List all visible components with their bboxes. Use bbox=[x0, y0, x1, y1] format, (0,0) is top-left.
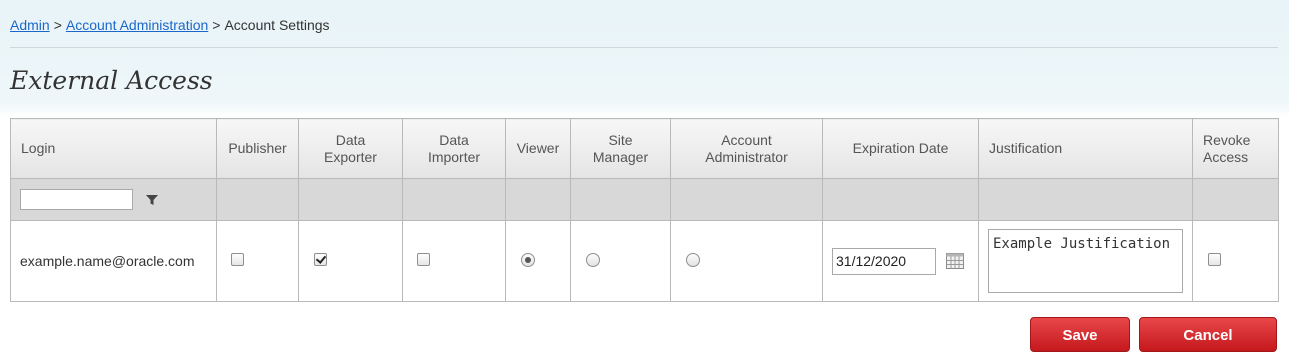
filter-cell bbox=[402, 178, 506, 221]
table-header-row: Login Publisher Data Exporter Data Importe… bbox=[10, 118, 1279, 179]
table-row: example.name@oracle.com 31/12/2020 Examp… bbox=[10, 220, 1279, 302]
filter-cell bbox=[298, 178, 403, 221]
breadcrumb-current: Account Settings bbox=[224, 17, 330, 33]
expiration-date-input[interactable] bbox=[832, 247, 936, 275]
breadcrumb-link-admin[interactable]: Admin bbox=[10, 17, 50, 33]
page-title: External Access bbox=[10, 66, 213, 95]
column-header-publisher[interactable]: Publisher bbox=[216, 118, 299, 179]
publisher-checkbox[interactable] bbox=[231, 253, 244, 266]
column-header-data-importer[interactable]: Data Importer bbox=[402, 118, 506, 179]
breadcrumb-separator: > bbox=[212, 17, 221, 33]
filter-cell bbox=[216, 178, 299, 221]
filter-row bbox=[10, 178, 1279, 221]
publisher-cell bbox=[216, 220, 299, 302]
viewer-radio[interactable] bbox=[521, 252, 535, 267]
calendar-icon[interactable] bbox=[945, 253, 964, 269]
revoke-access-cell bbox=[1192, 220, 1279, 302]
save-button[interactable]: Save bbox=[1030, 317, 1130, 352]
revoke-access-checkbox[interactable] bbox=[1208, 253, 1221, 266]
login-filter-input[interactable] bbox=[20, 189, 133, 210]
column-header-expiration-date[interactable]: Expiration Date bbox=[822, 118, 979, 179]
filter-cell bbox=[978, 178, 1193, 221]
login-cell: example.name@oracle.com bbox=[10, 220, 217, 302]
external-access-table: Login Publisher Data Exporter Data Importe… bbox=[10, 118, 1279, 302]
column-header-revoke-access[interactable]: Revoke Access bbox=[1192, 118, 1279, 179]
site-manager-radio[interactable] bbox=[586, 252, 600, 267]
data-importer-checkbox[interactable] bbox=[417, 253, 430, 266]
filter-cell bbox=[1192, 178, 1279, 221]
filter-cell bbox=[570, 178, 671, 221]
column-header-viewer[interactable]: Viewer bbox=[505, 118, 571, 179]
column-header-justification[interactable]: Justification bbox=[978, 118, 1193, 179]
filter-icon[interactable] bbox=[145, 193, 159, 207]
site-manager-cell bbox=[570, 220, 671, 302]
justification-textarea[interactable]: Example Justification bbox=[988, 229, 1183, 293]
filter-cell bbox=[822, 178, 979, 221]
filter-cell bbox=[670, 178, 823, 221]
breadcrumb: Admin > Account Administration > Account Set… bbox=[10, 17, 330, 33]
cancel-button[interactable]: Cancel bbox=[1139, 317, 1277, 352]
filter-cell bbox=[505, 178, 571, 221]
viewer-cell bbox=[505, 220, 571, 302]
header-divider bbox=[10, 47, 1278, 48]
data-exporter-cell bbox=[298, 220, 403, 302]
column-header-data-exporter[interactable]: Data Exporter bbox=[298, 118, 403, 179]
justification-cell: Example Justification bbox=[978, 220, 1193, 302]
column-header-site-manager[interactable]: Site Manager bbox=[570, 118, 671, 179]
column-header-login[interactable]: Login bbox=[10, 118, 217, 179]
account-administrator-radio[interactable] bbox=[686, 252, 700, 267]
login-filter-cell bbox=[10, 178, 217, 221]
account-administrator-cell bbox=[670, 220, 823, 302]
breadcrumb-separator: > bbox=[53, 17, 62, 33]
column-header-account-administrator[interactable]: Account Administrator bbox=[670, 118, 823, 179]
breadcrumb-link-account-administration[interactable]: Account Administration bbox=[66, 17, 208, 33]
data-importer-cell bbox=[402, 220, 506, 302]
data-exporter-checkbox[interactable] bbox=[314, 253, 327, 266]
expiration-date-cell bbox=[822, 220, 979, 302]
